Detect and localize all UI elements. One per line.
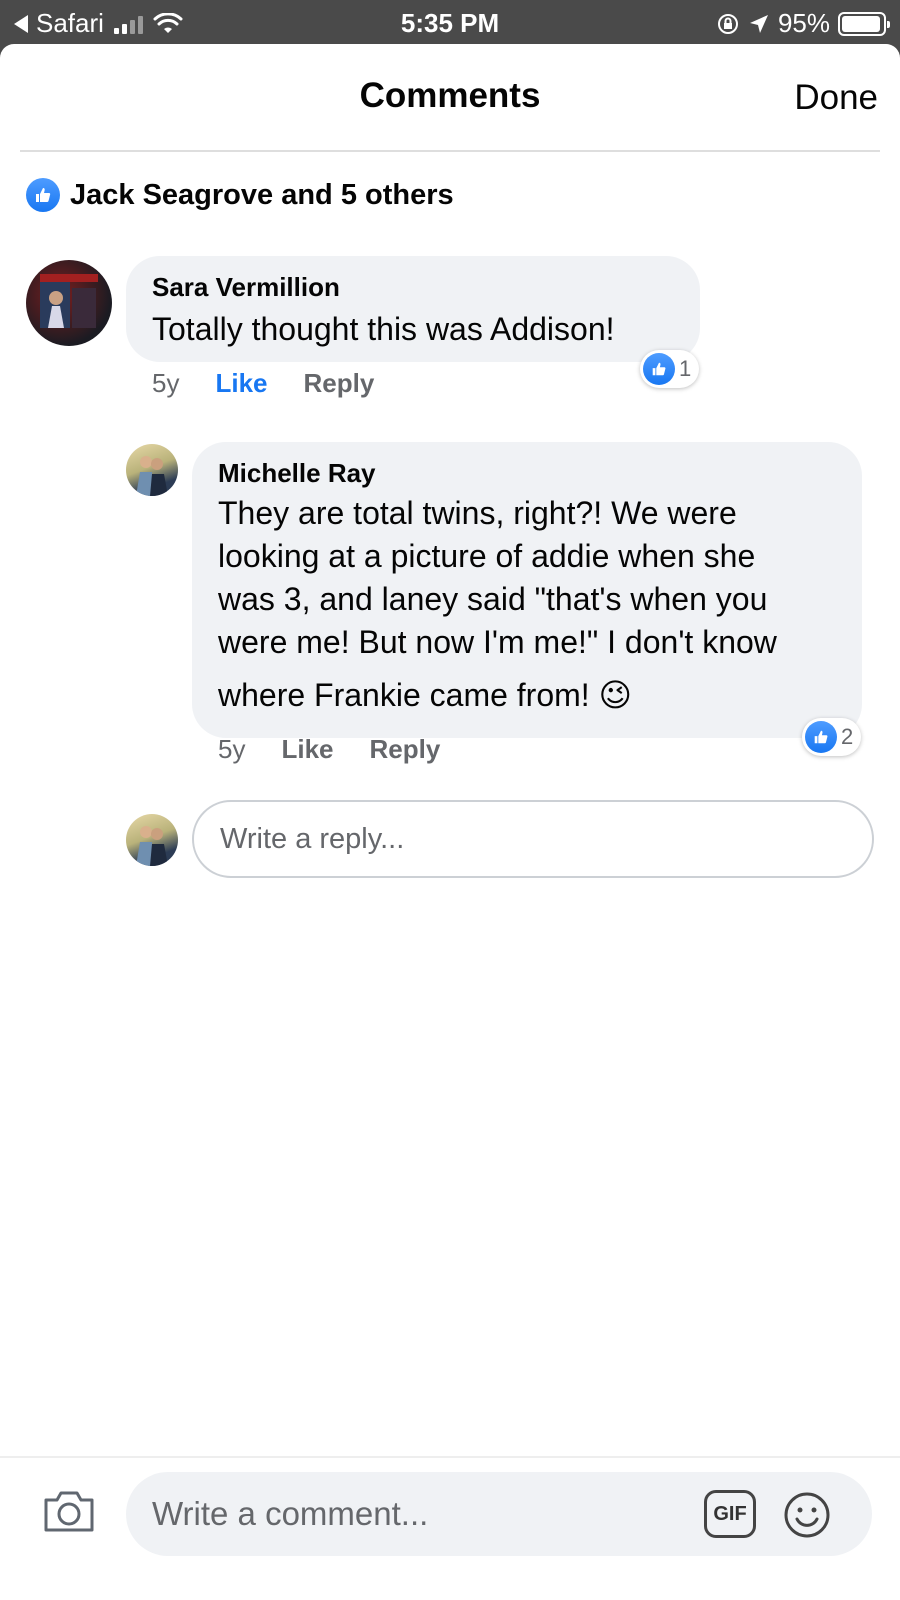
like-button[interactable]: Like — [281, 734, 333, 765]
comment-text: Totally thought this was Addison! — [152, 311, 615, 347]
like-button[interactable]: Like — [215, 368, 267, 399]
reaction-number: 1 — [679, 356, 692, 381]
reply-text-line: looking at a picture of addie when she — [218, 538, 756, 574]
gif-button[interactable]: GIF — [704, 1490, 756, 1538]
reply-actions: 5y Like Reply — [218, 734, 440, 765]
avatar-image — [136, 456, 168, 496]
location-arrow-icon — [749, 14, 768, 33]
avatar-image — [40, 274, 98, 328]
nav-bar: Comments Done — [20, 44, 880, 152]
like-reaction-icon — [805, 721, 837, 753]
reply-text-line: were me! But now I'm me!" I don't know — [218, 624, 777, 660]
comment-input[interactable] — [152, 1488, 652, 1540]
done-button[interactable]: Done — [794, 78, 878, 118]
likes-summary-text: Jack Seagrove and 5 others — [70, 178, 454, 211]
comment-bubble[interactable]: Sara Vermillion Totally thought this was… — [126, 256, 700, 362]
reply-text-line: where Frankie came from! 😉 — [218, 677, 632, 713]
comment-actions: 5y Like Reply — [152, 368, 374, 399]
orientation-lock-icon — [717, 13, 738, 34]
reply-button[interactable]: Reply — [370, 734, 441, 765]
likes-summary[interactable]: Jack Seagrove and 5 others — [26, 178, 454, 212]
current-user-avatar — [126, 814, 178, 866]
comment-box[interactable]: GIF — [126, 1472, 872, 1556]
comment-composer: GIF — [0, 1456, 900, 1600]
comments-sheet: Comments Done Jack Seagrove and 5 others… — [0, 44, 900, 1600]
reaction-number: 2 — [841, 724, 854, 749]
reply-text: They are total twins, right?! We were lo… — [218, 492, 777, 717]
like-reaction-icon — [26, 178, 60, 212]
status-right: 95% — [716, 8, 890, 39]
battery-icon — [838, 11, 890, 36]
reply-age: 5y — [218, 734, 246, 764]
like-reaction-icon — [643, 353, 675, 385]
camera-icon[interactable] — [42, 1488, 96, 1534]
avatar-image — [136, 826, 168, 866]
battery-percent: 95% — [777, 8, 830, 38]
battery-fill — [842, 15, 880, 32]
reaction-count[interactable]: 2 — [802, 718, 862, 756]
reply-author[interactable]: Michelle Ray — [218, 458, 376, 489]
reply-text-line: They are total twins, right?! We were — [218, 495, 737, 531]
avatar[interactable] — [126, 444, 178, 496]
reply-text-line: was 3, and laney said "that's when you — [218, 581, 768, 617]
reply-button[interactable]: Reply — [304, 368, 375, 399]
avatar[interactable] — [26, 260, 112, 346]
status-bar: Safari 5:35 PM 95% — [0, 0, 900, 44]
reply-input[interactable] — [192, 800, 874, 878]
page-title: Comments — [359, 76, 541, 115]
reply-bubble[interactable]: Michelle Ray They are total twins, right… — [192, 442, 862, 738]
comment-age: 5y — [152, 368, 180, 398]
comment-author[interactable]: Sara Vermillion — [152, 272, 340, 303]
reaction-count[interactable]: 1 — [640, 350, 700, 388]
emoji-icon[interactable] — [782, 1490, 832, 1540]
